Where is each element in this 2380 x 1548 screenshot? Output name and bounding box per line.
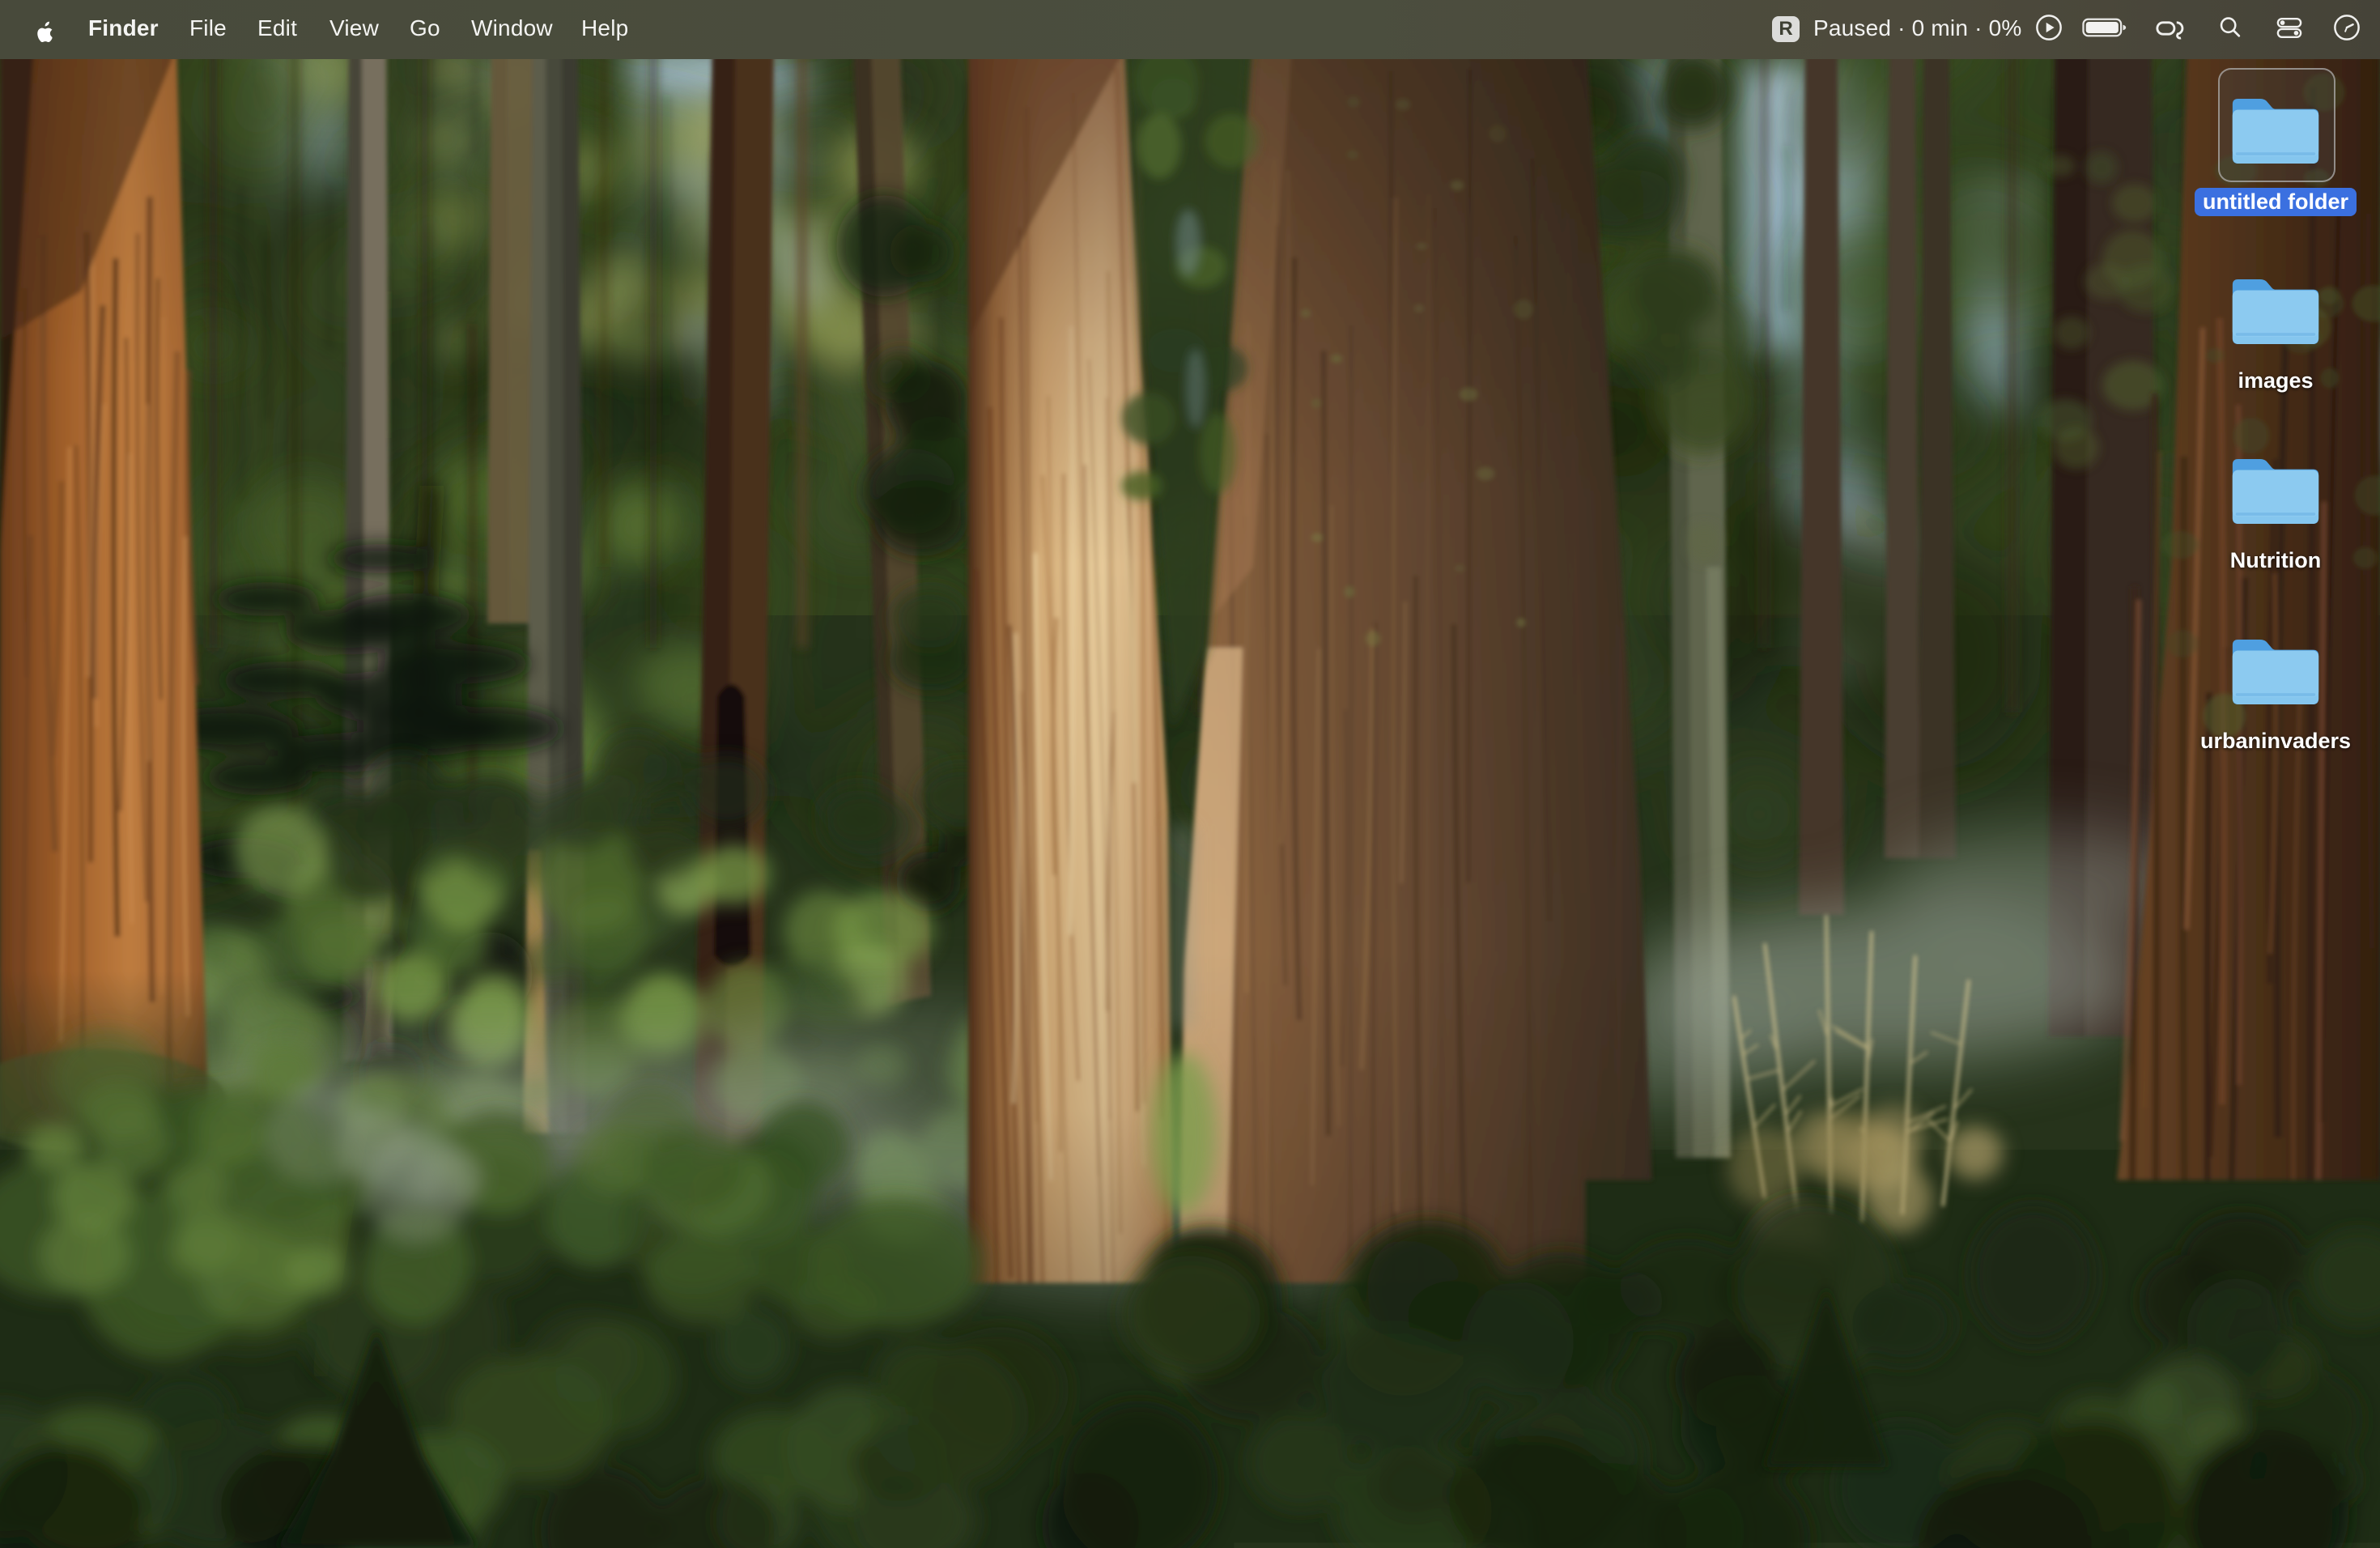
svg-text:FEB: FEB xyxy=(602,1469,620,1478)
svg-text:Aa: Aa xyxy=(1640,1478,1670,1508)
svg-text:zoom: zoom xyxy=(1322,1483,1363,1501)
svg-text:PDF: PDF xyxy=(1748,1514,1763,1523)
svg-text:17: 17 xyxy=(593,1483,627,1517)
